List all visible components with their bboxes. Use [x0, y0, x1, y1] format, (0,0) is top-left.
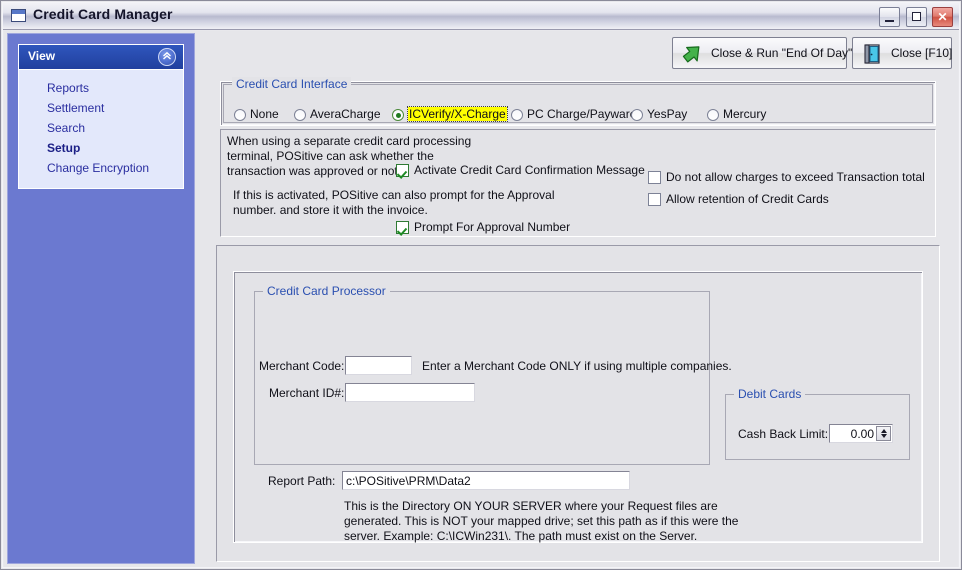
- maximize-icon: [911, 12, 921, 21]
- view-navigation-panel: View Reports Settlement Search Setup Cha…: [18, 44, 184, 189]
- maximize-button[interactable]: [905, 7, 927, 27]
- report-path-help-line1: This is the Directory ON YOUR SERVER whe…: [344, 499, 718, 513]
- sidebar-item-change-encryption[interactable]: Change Encryption: [19, 158, 183, 178]
- content-area: Close & Run "End Of Day" Close [F10] Cre…: [200, 33, 955, 564]
- allow-retention-checkmark: [648, 193, 661, 206]
- activate-confirmation-label: Activate Credit Card Confirmation Messag…: [414, 163, 645, 177]
- merchant-code-hint: Enter a Merchant Code ONLY if using mult…: [422, 359, 732, 373]
- credit-card-processor-group: Credit Card Processor Merchant Code: Ent…: [254, 284, 732, 465]
- processor-group-legend: Credit Card Processor: [263, 284, 390, 298]
- window-icon: [11, 9, 26, 22]
- confirmation-note-line2: terminal, POSitive can ask whether the: [227, 149, 434, 163]
- close-button-label: Close [F10]: [891, 46, 953, 60]
- sidebar-item-search[interactable]: Search: [19, 118, 183, 138]
- sidebar-item-reports[interactable]: Reports: [19, 78, 183, 98]
- cash-back-limit-value: 0.00: [850, 427, 874, 441]
- window-title: Credit Card Manager: [33, 6, 173, 22]
- report-path-help-line3: server. Example: C:\ICWin231\. The path …: [344, 529, 698, 543]
- radio-yespay-dot: [631, 109, 643, 121]
- radio-none-label: None: [250, 107, 279, 121]
- no-exceed-total-label: Do not allow charges to exceed Transacti…: [666, 170, 925, 184]
- cash-back-limit-label: Cash Back Limit:: [738, 427, 829, 441]
- green-arrow-icon: [681, 43, 705, 65]
- radio-pccharge-dot: [511, 109, 523, 121]
- report-path-label: Report Path:: [268, 474, 336, 488]
- radio-yespay-label: YesPay: [647, 107, 688, 121]
- sidebar-item-settlement[interactable]: Settlement: [19, 98, 183, 118]
- radio-icverify-dot: [392, 109, 404, 121]
- chevron-up-icon: [159, 48, 175, 66]
- application-window: Credit Card Manager ✕ View Reports Settl…: [0, 0, 962, 570]
- radio-icverify-label: ICVerify/X-Charge: [407, 106, 508, 122]
- end-of-day-button-label: Close & Run "End Of Day": [711, 46, 853, 60]
- allow-retention-label: Allow retention of Credit Cards: [666, 192, 829, 206]
- close-button[interactable]: ✕: [932, 7, 953, 27]
- sidebar: View Reports Settlement Search Setup Cha…: [7, 33, 195, 564]
- approval-note-line1: If this is activated, POSitive can also …: [233, 188, 555, 202]
- debit-group-legend: Debit Cards: [734, 387, 806, 401]
- view-panel-header: View: [19, 45, 183, 70]
- minimize-icon: [885, 20, 895, 22]
- client-area: View Reports Settlement Search Setup Cha…: [4, 31, 958, 567]
- merchant-code-input[interactable]: [345, 356, 412, 375]
- title-bar[interactable]: Credit Card Manager ✕: [3, 3, 959, 30]
- view-panel-title: View: [28, 49, 56, 63]
- prompt-approval-label: Prompt For Approval Number: [414, 220, 571, 234]
- radio-pccharge-label: PC Charge/Payware: [527, 107, 637, 121]
- report-path-help-line2: generated. This is NOT your mapped drive…: [344, 514, 739, 528]
- close-and-run-end-of-day-button[interactable]: Close & Run "End Of Day": [672, 37, 852, 69]
- cash-back-limit-stepper[interactable]: 0.00: [829, 424, 893, 443]
- collapse-panel-button[interactable]: [158, 48, 176, 66]
- cash-back-spinner-arrows[interactable]: [876, 426, 891, 441]
- interface-group-legend: Credit Card Interface: [232, 77, 352, 91]
- radio-averacharge-dot: [294, 109, 306, 121]
- close-f10-button[interactable]: Close [F10]: [852, 37, 952, 69]
- credit-card-interface-group: Credit Card Interface None AveraCharge I…: [223, 77, 933, 123]
- door-exit-icon: [863, 43, 883, 65]
- activate-confirmation-checkmark: [396, 164, 409, 177]
- radio-mercury-dot: [707, 109, 719, 121]
- radio-averacharge-label: AveraCharge: [310, 107, 381, 121]
- merchant-id-input[interactable]: [345, 383, 475, 402]
- radio-mercury-label: Mercury: [723, 107, 767, 121]
- close-icon: ✕: [937, 10, 948, 24]
- lower-outer-panel: Credit Card Processor Merchant Code: Ent…: [216, 245, 940, 562]
- lower-inner-panel: Credit Card Processor Merchant Code: Ent…: [233, 271, 923, 543]
- options-panel: When using a separate credit card proces…: [220, 129, 936, 237]
- report-path-input[interactable]: [342, 471, 630, 490]
- sidebar-item-setup[interactable]: Setup: [19, 138, 183, 158]
- window-controls: ✕: [877, 7, 953, 27]
- radio-none-dot: [234, 109, 246, 121]
- toolbar: Close & Run "End Of Day" Close [F10]: [200, 33, 955, 73]
- minimize-button[interactable]: [879, 7, 901, 27]
- debit-cards-group: Debit Cards Cash Back Limit: 0.00: [725, 387, 910, 460]
- view-panel-items: Reports Settlement Search Setup Change E…: [19, 70, 183, 188]
- merchant-id-label: Merchant ID#:: [269, 386, 345, 400]
- confirmation-note-line3: transaction was approved or not.: [227, 164, 402, 178]
- confirmation-note-line1: When using a separate credit card proces…: [227, 134, 472, 148]
- approval-note-line2: number. and store it with the invoice.: [233, 203, 428, 217]
- no-exceed-total-checkmark: [648, 171, 661, 184]
- prompt-approval-checkmark: [396, 221, 409, 234]
- merchant-code-label: Merchant Code:: [259, 359, 345, 373]
